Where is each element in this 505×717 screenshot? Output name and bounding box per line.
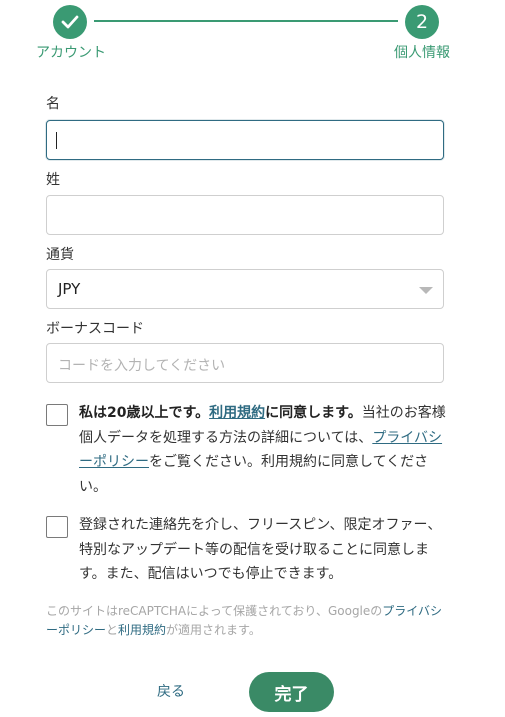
bonus-code-label: ボーナスコード (46, 321, 144, 337)
age-terms-checkbox[interactable] (46, 404, 68, 426)
currency-label: 通貨 (46, 247, 74, 263)
marketing-consent-checkbox[interactable] (46, 516, 68, 538)
currency-select[interactable]: JPY (46, 269, 444, 309)
step-connector (94, 20, 398, 22)
marketing-consent-text: 登録された連絡先を介し、フリースピン、限定オファー、特別なアップデート等の配信を… (79, 517, 442, 582)
progress-stepper: 2 アカウント 個人情報 (0, 0, 505, 70)
currency-selected-value: JPY (58, 280, 81, 298)
recaptcha-applies: が適用されます。 (166, 623, 261, 637)
back-button[interactable]: 戻る (157, 681, 185, 701)
age-statement: 私は20歳以上です。 (79, 405, 210, 421)
recaptcha-text: このサイトはreCAPTCHAによって保護されており、Googleの (46, 604, 383, 618)
text-caret (56, 132, 57, 149)
step-1-complete (53, 5, 87, 39)
dropdown-arrow-icon (419, 287, 433, 294)
last-name-input[interactable] (46, 195, 444, 235)
bonus-code-input[interactable]: コードを入力してください (46, 343, 444, 383)
step-1-label: アカウント (36, 45, 106, 61)
terms-link[interactable]: 利用規約 (209, 405, 265, 421)
first-name-label: 名 (46, 96, 60, 112)
bonus-code-placeholder: コードを入力してください (58, 358, 226, 374)
recaptcha-notice: このサイトはreCAPTCHAによって保護されており、Googleのプライバシー… (46, 602, 446, 640)
recaptcha-and: と (106, 623, 119, 637)
age-terms-consent-text: 私は20歳以上です。利用規約に同意します。当社のお客様個人データを処理する方法の… (79, 401, 449, 499)
check-icon (61, 15, 79, 29)
step-2-label: 個人情報 (394, 45, 450, 61)
first-name-input[interactable] (46, 120, 444, 160)
agree-statement: に同意します。 (265, 405, 362, 421)
step-2-number: 2 (405, 5, 439, 39)
complete-button[interactable]: 完了 (249, 672, 334, 712)
last-name-label: 姓 (46, 172, 60, 188)
recaptcha-terms-link[interactable]: 利用規約 (118, 623, 166, 637)
